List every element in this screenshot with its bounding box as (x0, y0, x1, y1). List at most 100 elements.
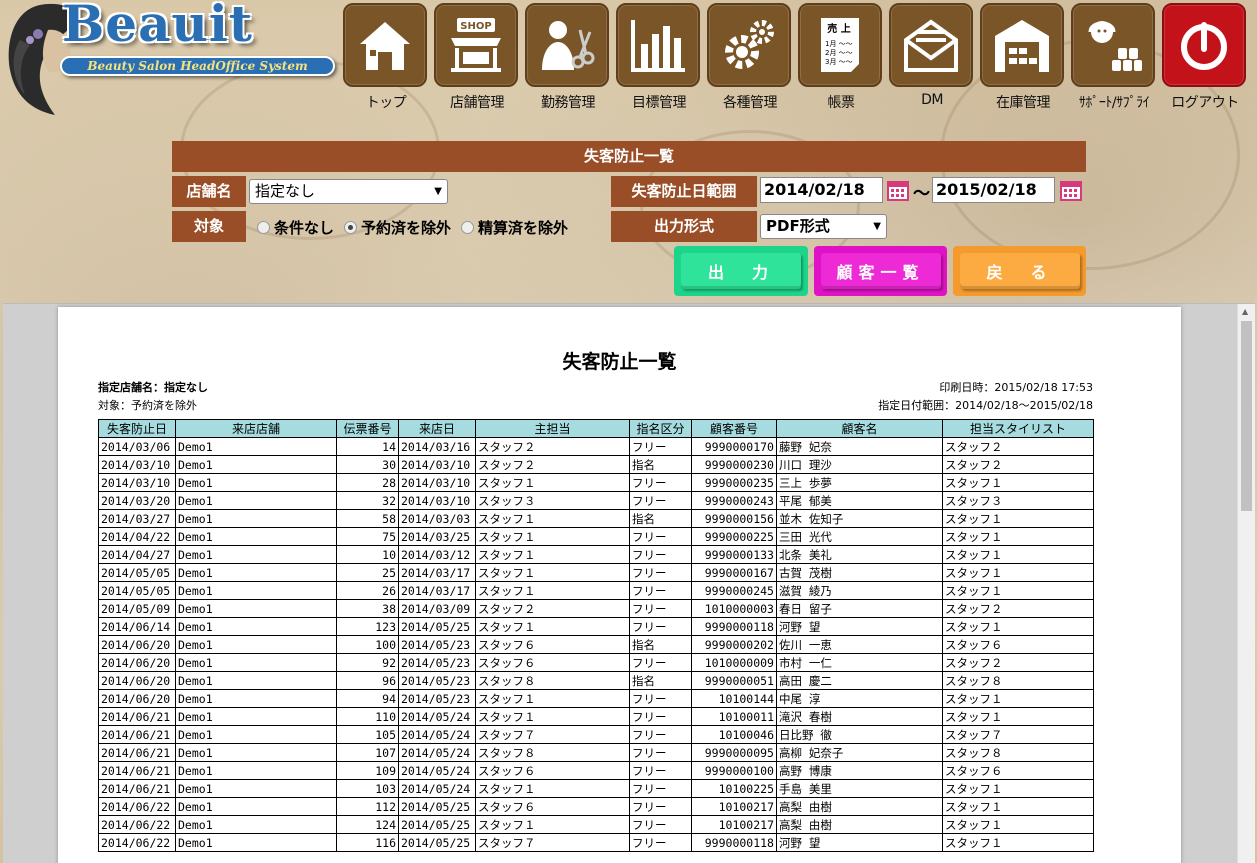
nav-various-management[interactable]: 各種管理 (707, 3, 793, 112)
table-cell: 9990000245 (691, 581, 777, 600)
table-cell: 2014/03/10 (398, 473, 476, 492)
table-cell: 32 (336, 491, 399, 510)
store-select-value: 指定なし (255, 182, 316, 200)
report-table: 失客防止日 来店店舗 伝票番号 来店日 主担当 指名区分 顧客番号 顧客名 担当… (98, 419, 1094, 852)
output-format-label: 出力形式 (611, 211, 757, 242)
nav-top[interactable]: トップ (343, 3, 429, 112)
table-cell: 日比野 徹 (776, 725, 943, 744)
table-cell: スタッフ２ (475, 437, 630, 456)
table-cell: Demo1 (175, 779, 337, 798)
calendar-to-icon[interactable] (1060, 179, 1082, 201)
table-cell: フリー (629, 743, 692, 762)
table-cell: 古賀 茂樹 (776, 563, 943, 582)
table-cell: スタッフ７ (942, 725, 1094, 744)
table-cell: 2014/05/23 (398, 671, 476, 690)
nav-logout[interactable]: ログアウト (1162, 3, 1248, 112)
table-cell: スタッフ６ (475, 635, 630, 654)
store-select[interactable]: 指定なし ▼ (249, 179, 448, 204)
table-cell: スタッフ１ (942, 617, 1094, 636)
table-cell: 9990000118 (691, 617, 777, 636)
nav-shop-management[interactable]: SHOP 店舗管理 (434, 3, 520, 112)
table-cell: フリー (629, 725, 692, 744)
table-row: 2014/04/27 Demo1 10 2014/03/12 スタッフ１ フリー 99900… (98, 545, 1094, 564)
table-cell: スタッフ３ (942, 491, 1094, 510)
app-logo[interactable]: Beauit Beauty Salon HeadOffice System (0, 0, 340, 118)
table-cell: 94 (336, 689, 399, 708)
table-cell: スタッフ２ (942, 437, 1094, 456)
table-cell: 2014/06/21 (98, 707, 176, 726)
radio-exclude-settled[interactable]: 精算済を除外 (461, 217, 568, 238)
table-cell: フリー (629, 833, 692, 852)
calendar-from-icon[interactable] (887, 179, 909, 201)
date-to-input[interactable]: 2015/02/18 (932, 177, 1055, 203)
table-row: 2014/06/20 Demo1 100 2014/05/23 スタッフ６ 指名 99900… (98, 635, 1094, 654)
table-row: 2014/06/22 Demo1 112 2014/05/25 スタッフ６ フリー 1010… (98, 797, 1094, 816)
table-cell: スタッフ１ (475, 581, 630, 600)
radio-button[interactable] (344, 220, 358, 234)
table-cell: 高田 慶二 (776, 671, 943, 690)
table-cell: スタッフ１ (942, 563, 1094, 582)
shop-icon-text: SHOP (460, 21, 491, 32)
radio-button[interactable] (257, 220, 270, 234)
table-cell: 2014/06/21 (98, 779, 176, 798)
table-cell: Demo1 (175, 635, 337, 654)
table-row: 2014/03/10 Demo1 28 2014/03/10 スタッフ１ フリー 99900… (98, 473, 1094, 492)
table-cell: 2014/03/09 (398, 599, 476, 618)
nav-dm[interactable]: DM (889, 3, 975, 108)
table-cell: 佐川 一恵 (776, 635, 943, 654)
table-cell: スタッフ２ (942, 455, 1094, 474)
table-cell: Demo1 (175, 563, 337, 582)
table-cell: 9990000243 (691, 491, 777, 510)
date-range-tilde: ～ (913, 184, 930, 204)
table-cell: Demo1 (175, 761, 337, 780)
nav-label: 目標管理 (632, 95, 687, 111)
table-cell: Demo1 (175, 509, 337, 528)
table-row: 2014/06/21 Demo1 109 2014/05/24 スタッフ６ フリー 9990… (98, 761, 1094, 780)
table-cell: 30 (336, 455, 399, 474)
scroll-up-arrow-icon[interactable]: ▲ (1242, 307, 1248, 316)
column-header: 顧客番号 (691, 419, 777, 438)
nav-support-supply[interactable]: ｻﾎﾟｰﾄ/ｻﾌﾟﾗｲ (1071, 3, 1157, 112)
table-cell: 10100144 (691, 689, 777, 708)
back-button[interactable]: 戻 る (953, 246, 1086, 296)
radio-exclude-reserved[interactable]: 予約済を除外 (344, 217, 451, 238)
table-cell: 14 (336, 437, 399, 456)
table-cell: 指名 (629, 455, 692, 474)
table-row: 2014/05/09 Demo1 38 2014/03/09 スタッフ２ フリー 10100… (98, 599, 1094, 618)
nav-reports[interactable]: 売 上 1月 〜〜 2月 〜〜 3月 〜〜 帳票 (798, 3, 884, 112)
nav-label: ログアウト (1171, 95, 1239, 111)
table-cell: 107 (336, 743, 399, 762)
customer-list-button-face: 顧客一覧 (820, 253, 941, 289)
customer-list-button[interactable]: 顧客一覧 (814, 246, 947, 296)
radio-button[interactable] (461, 220, 475, 234)
sales-document-line: 2月 〜〜 (825, 49, 853, 57)
table-cell: Demo1 (175, 671, 337, 690)
table-cell: フリー (629, 689, 692, 708)
chevron-down-icon: ▼ (873, 221, 881, 232)
table-cell: 2014/05/24 (398, 779, 476, 798)
radio-no-condition[interactable]: 条件なし (257, 217, 334, 238)
output-format-select[interactable]: PDF形式 ▼ (760, 214, 887, 239)
sales-document-title: 売 上 (827, 22, 850, 35)
table-cell: 28 (336, 473, 399, 492)
table-cell: 中尾 淳 (776, 689, 943, 708)
table-cell: 9990000170 (691, 437, 777, 456)
power-icon (1162, 3, 1246, 87)
table-row: 2014/05/05 Demo1 26 2014/03/17 スタッフ１ フリー 99900… (98, 581, 1094, 600)
column-header: 指名区分 (629, 419, 692, 438)
nav-goal-management[interactable]: 目標管理 (616, 3, 702, 112)
date-from-input[interactable]: 2014/02/18 (760, 177, 883, 203)
table-cell: フリー (629, 761, 692, 780)
table-cell: フリー (629, 707, 692, 726)
table-cell: スタッフ２ (942, 653, 1094, 672)
nav-work-management[interactable]: 勤務管理 (525, 3, 611, 112)
sales-document-icon: 売 上 1月 〜〜 2月 〜〜 3月 〜〜 (798, 3, 882, 87)
table-cell: 平尾 郁美 (776, 491, 943, 510)
table-cell: 指名 (629, 671, 692, 690)
nav-inventory[interactable]: 在庫管理 (980, 3, 1066, 112)
vertical-scrollbar[interactable]: ▲ (1237, 304, 1255, 863)
scroll-thumb[interactable] (1241, 321, 1252, 511)
output-button[interactable]: 出 力 (674, 246, 808, 296)
report-printed-line: 印刷日時：2015/02/18 17:53 (939, 381, 1093, 394)
pdf-viewer[interactable]: 失客防止一覧 指定店舗名：指定なし 対象：予約済を除外 印刷日時：2015/02… (3, 303, 1255, 863)
